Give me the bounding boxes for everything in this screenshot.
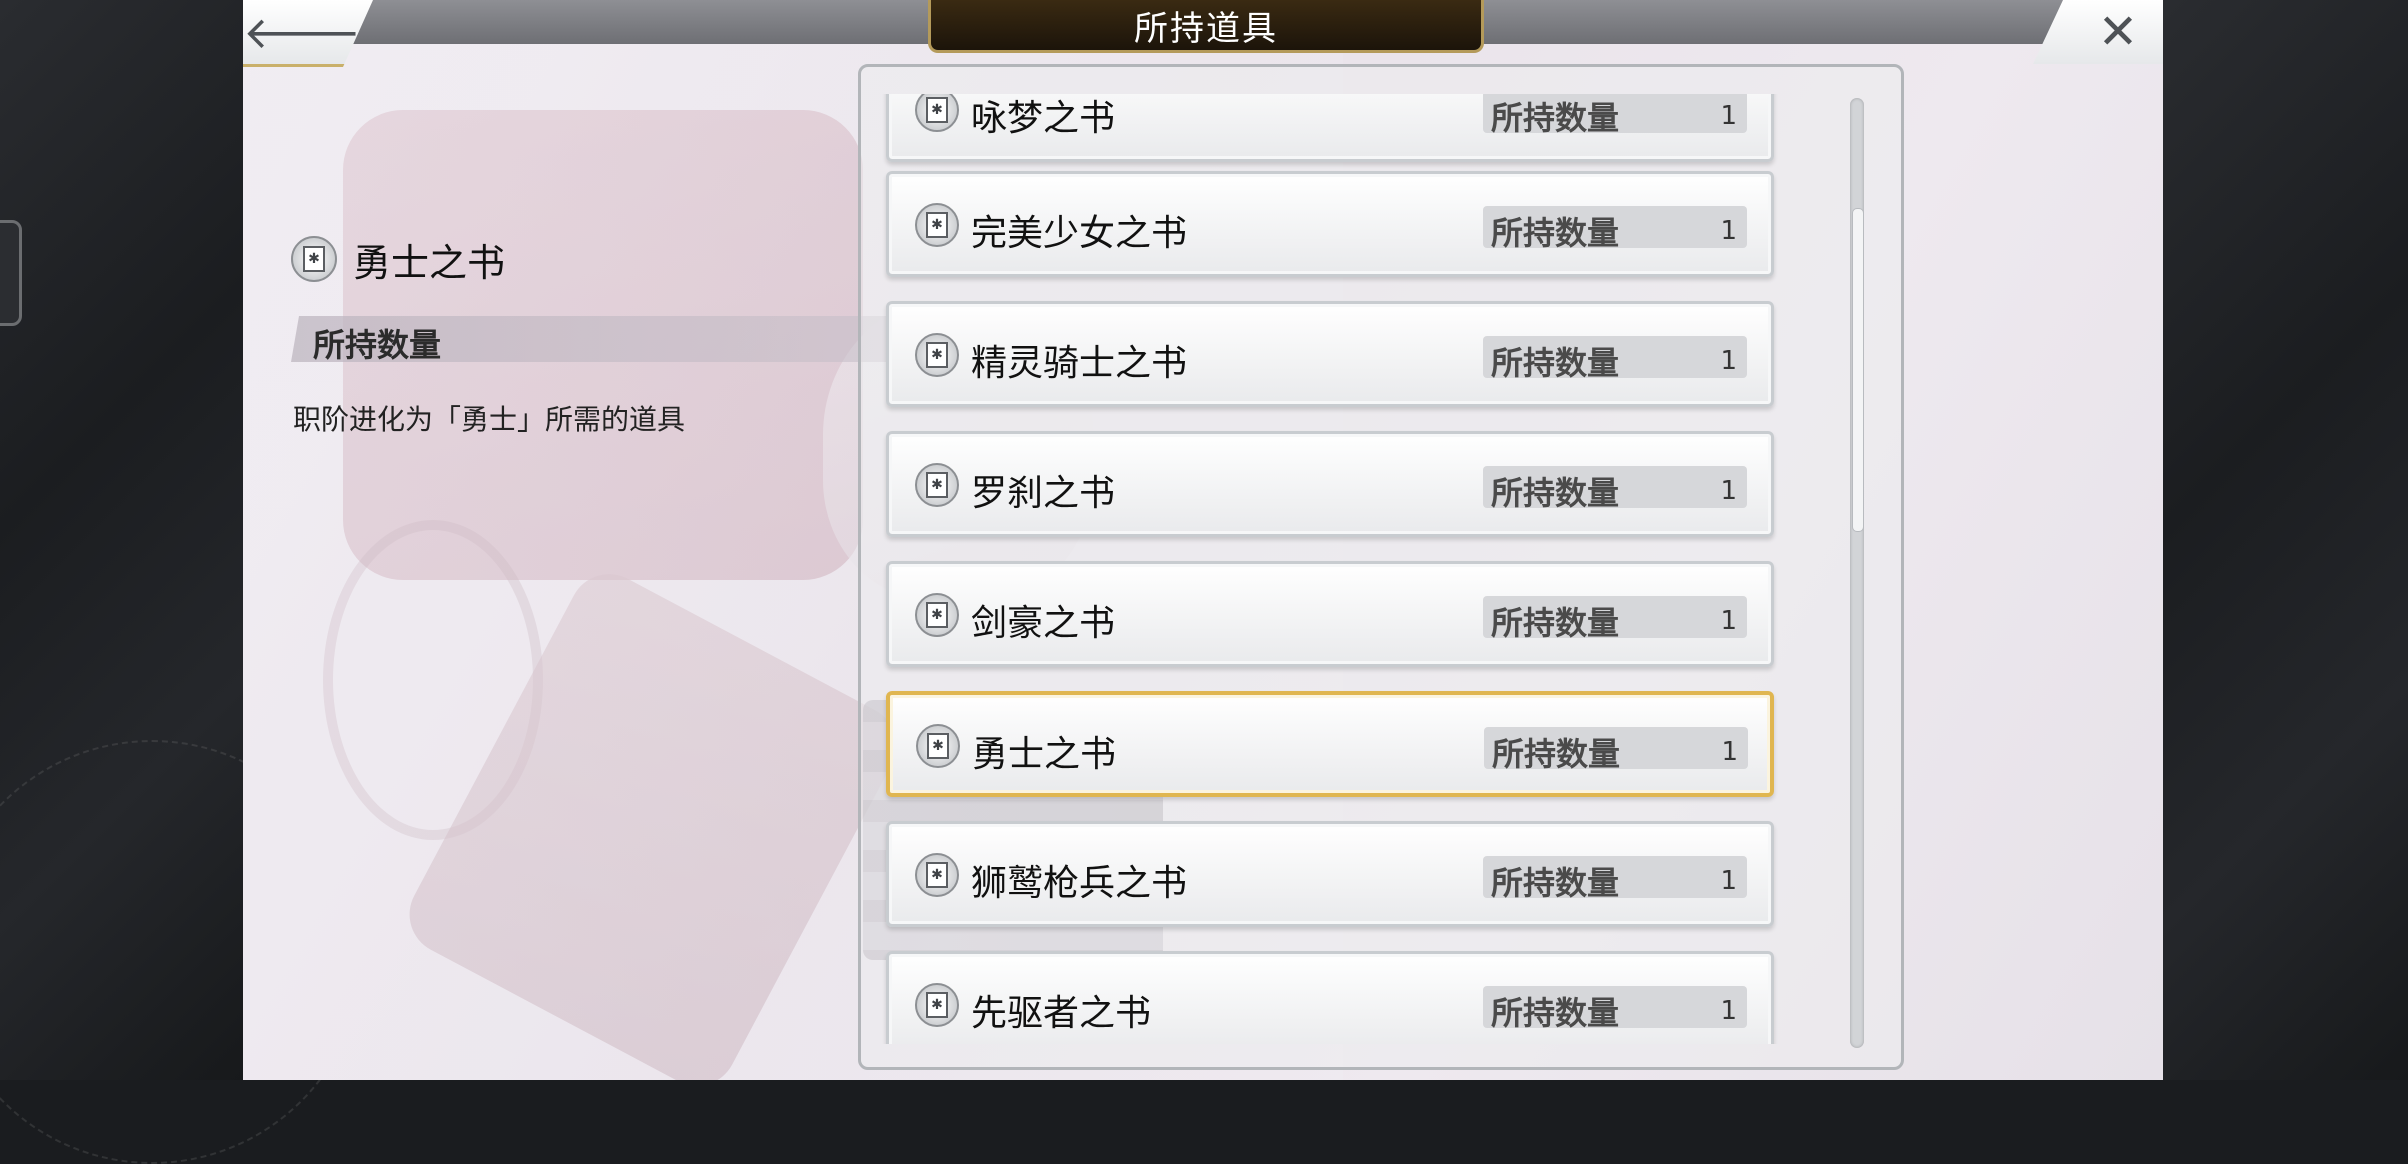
list-item[interactable]: ✱ 先驱者之书 所持数量 1: [886, 951, 1774, 1044]
quantity-label: 所持数量: [1491, 344, 1620, 382]
item-description: 职阶进化为「勇士」所需的道具: [293, 403, 686, 436]
book-icon: ✱: [916, 724, 960, 768]
quantity-box: 所持数量 1: [1483, 336, 1747, 382]
quantity-box: 所持数量 1: [1484, 727, 1748, 773]
close-icon: ✕: [2097, 4, 2139, 60]
quantity-box: 所持数量 1: [1483, 856, 1747, 902]
quantity-label: 所持数量: [1492, 735, 1621, 773]
book-icon: ✱: [915, 983, 959, 1027]
book-icon: ✱: [915, 333, 959, 377]
list-item-selected[interactable]: ✱ 勇士之书 所持数量 1: [886, 691, 1774, 797]
quantity-value: 1: [1720, 606, 1737, 636]
item-detail-name: 勇士之书: [353, 241, 506, 285]
quantity-label: 所持数量: [1491, 99, 1620, 137]
page-title: 所持道具: [1134, 8, 1278, 49]
book-icon: ✱: [915, 203, 959, 247]
item-name: 咏梦之书: [971, 98, 1116, 139]
item-name: 精灵骑士之书: [971, 343, 1188, 384]
list-item[interactable]: ✱ 剑豪之书 所持数量 1: [886, 561, 1774, 667]
quantity-box: 所持数量 1: [1483, 206, 1747, 252]
quantity-value: 1: [1720, 346, 1737, 376]
quantity-box: 所持数量 1: [1483, 986, 1747, 1032]
quantity-box: 所持数量 1: [1483, 596, 1747, 642]
title-plate: 所持道具: [928, 0, 1484, 53]
item-name: 先驱者之书: [971, 993, 1152, 1034]
item-name: 勇士之书: [972, 734, 1117, 775]
list-item[interactable]: ✱ 罗刹之书 所持数量 1: [886, 431, 1774, 537]
right-background: [2163, 0, 2408, 1080]
quantity-label: 所持数量: [1491, 994, 1620, 1032]
book-icon: ✱: [291, 236, 337, 282]
quantity-box: 所持数量 1: [1483, 94, 1747, 137]
item-name: 完美少女之书: [971, 213, 1188, 254]
list-item[interactable]: ✱ 狮鹫枪兵之书 所持数量 1: [886, 821, 1774, 927]
quantity-value: 1: [1721, 737, 1738, 767]
list-item[interactable]: ✱ 完美少女之书 所持数量 1: [886, 171, 1774, 277]
item-name: 罗刹之书: [971, 473, 1116, 514]
quantity-label: 所持数量: [1491, 864, 1620, 902]
quantity-value: 1: [1720, 866, 1737, 896]
quantity-label: 所持数量: [313, 326, 442, 364]
item-name: 狮鹫枪兵之书: [971, 863, 1188, 904]
item-list[interactable]: ✱ 咏梦之书 所持数量 1 ✱ 完美少女之书 所持数量 1 ✱ 精灵骑士之书 所…: [880, 94, 1855, 1044]
item-name: 剑豪之书: [971, 603, 1116, 644]
quantity-label: 所持数量: [1491, 214, 1620, 252]
list-item[interactable]: ✱ 精灵骑士之书 所持数量 1: [886, 301, 1774, 407]
book-icon: ✱: [915, 593, 959, 637]
book-icon: ✱: [915, 463, 959, 507]
scrollbar-thumb[interactable]: [1852, 208, 1864, 532]
quantity-value: 1: [1720, 216, 1737, 246]
quantity-label: 所持数量: [1491, 604, 1620, 642]
quantity-box: 所持数量 1: [1483, 466, 1747, 512]
quantity-value: 1: [1720, 996, 1737, 1026]
quantity-value: 1: [1720, 476, 1737, 506]
book-icon: ✱: [915, 94, 959, 132]
quantity-label: 所持数量: [1491, 474, 1620, 512]
quantity-value: 1: [1720, 101, 1737, 131]
list-item[interactable]: ✱ 咏梦之书 所持数量 1: [886, 94, 1774, 162]
side-tab[interactable]: [0, 220, 22, 326]
book-icon: ✱: [915, 853, 959, 897]
left-background: [0, 0, 364, 1164]
arrow-left-icon: 🡐: [243, 8, 361, 59]
